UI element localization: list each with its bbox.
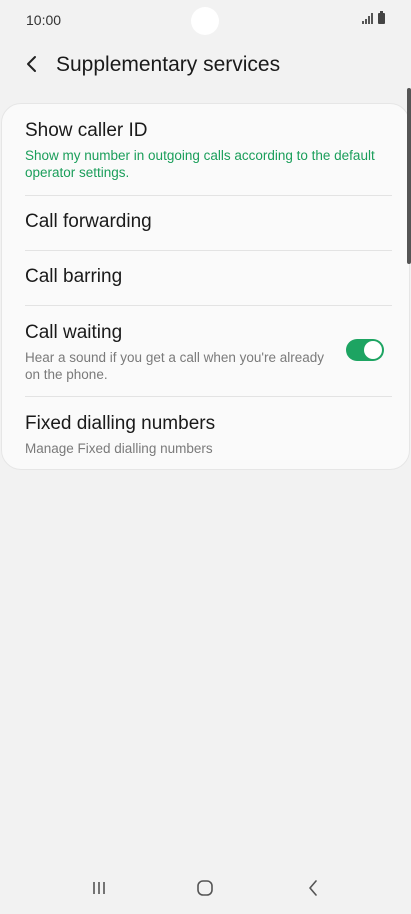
back-icon <box>309 880 317 896</box>
phone-screen: 10:00 Supplementary services Show caller… <box>0 0 411 914</box>
setting-title: Show caller ID <box>25 120 148 141</box>
nav-back-button[interactable] <box>298 876 328 900</box>
back-button[interactable] <box>18 50 46 78</box>
setting-subtitle: Hear a sound if you get a call when you'… <box>25 350 325 382</box>
app-header: Supplementary services <box>0 44 411 86</box>
setting-call-barring[interactable]: Call barring <box>25 266 392 288</box>
setting-call-waiting[interactable]: Call waiting Hear a sound if you get a c… <box>25 322 325 383</box>
toggle-knob <box>364 341 382 359</box>
setting-title: Call waiting <box>25 322 123 343</box>
home-icon <box>197 880 213 896</box>
scroll-indicator[interactable] <box>407 88 411 264</box>
setting-title: Call barring <box>25 266 123 287</box>
signal-icon <box>362 13 373 24</box>
setting-fixed-dialling-numbers[interactable]: Fixed dialling numbers Manage Fixed dial… <box>25 413 392 457</box>
battery-icon <box>378 11 385 24</box>
front-camera <box>191 7 219 35</box>
status-bar: 10:00 <box>0 0 411 40</box>
setting-subtitle: Manage Fixed dialling numbers <box>25 441 213 456</box>
setting-title: Call forwarding <box>25 211 152 232</box>
recents-icon <box>93 882 105 894</box>
chevron-left-icon <box>27 56 36 72</box>
divider <box>25 250 392 251</box>
setting-title: Fixed dialling numbers <box>25 413 216 434</box>
recents-button[interactable] <box>84 876 114 900</box>
setting-call-forwarding[interactable]: Call forwarding <box>25 211 392 233</box>
divider <box>25 305 392 306</box>
page-title: Supplementary services <box>56 53 281 76</box>
call-waiting-toggle[interactable] <box>346 339 384 361</box>
status-icons <box>362 11 385 24</box>
status-time: 10:00 <box>26 12 62 28</box>
setting-show-caller-id[interactable]: Show caller ID Show my number in outgoin… <box>25 120 392 181</box>
settings-card: Show caller ID Show my number in outgoin… <box>1 103 410 470</box>
setting-subtitle: Show my number in outgoing calls accordi… <box>25 148 375 180</box>
divider <box>25 396 392 397</box>
divider <box>25 195 392 196</box>
home-button[interactable] <box>190 876 220 900</box>
navigation-bar <box>0 860 411 914</box>
